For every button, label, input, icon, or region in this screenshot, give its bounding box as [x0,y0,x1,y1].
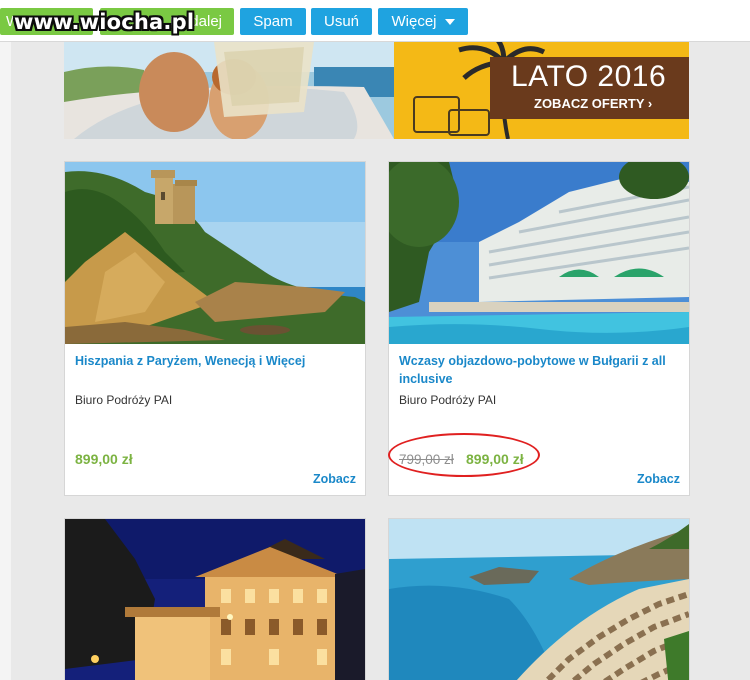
forward-label: dalej [190,13,222,30]
offer-card[interactable] [64,518,366,680]
spam-button[interactable]: Spam [240,8,306,35]
price-highlight-annotation [388,433,540,477]
delete-label: Usuń [323,13,360,30]
site-watermark: www.wiocha.pl [14,10,195,34]
delete-button[interactable]: Usuń [311,8,372,35]
night-hotel-image [65,519,365,680]
offer-image[interactable] [65,519,365,680]
offer-agency: Biuro Podróży PAI [75,393,173,407]
banner-title: LATO 2016 [511,60,667,93]
offer-agency: Biuro Podróży PAI [399,393,497,407]
banner-cta[interactable]: ZOBACZ OFERTY › [534,96,652,111]
offer-title[interactable]: Wczasy objazdowo-pobytowe w Bułgarii z a… [399,352,674,388]
castle-coast-image [65,162,365,344]
beach-umbrellas-image [389,519,689,680]
spam-label: Spam [253,13,293,30]
offer-card[interactable]: Hiszpania z Paryżem, Wenecją i Więcej Bi… [64,161,366,496]
offer-title[interactable]: Hiszpania z Paryżem, Wenecją i Więcej [75,352,350,370]
promo-banner[interactable]: LATO 2016 ZOBACZ OFERTY › [64,42,689,139]
offer-image[interactable] [389,519,689,680]
left-margin [0,42,11,680]
offer-see-link[interactable]: Zobacz [313,472,356,486]
more-button[interactable]: Więcej [378,8,468,35]
offer-image[interactable] [65,162,365,344]
offer-image[interactable] [389,162,689,344]
hotel-pool-image [389,162,689,344]
offer-card[interactable] [388,518,690,680]
offer-price: 899,00 zł [75,451,133,467]
banner-cta-box[interactable]: LATO 2016 ZOBACZ OFERTY › [490,57,689,119]
more-label: Więcej [391,13,437,30]
chevron-down-icon [444,19,455,26]
offer-see-link[interactable]: Zobacz [637,472,680,486]
